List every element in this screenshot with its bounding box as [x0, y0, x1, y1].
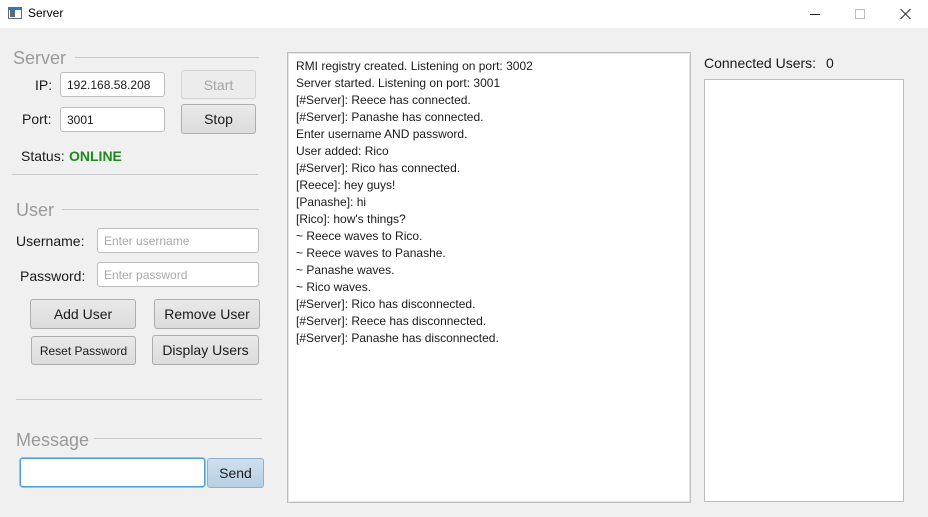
- log-line: Enter username AND password.: [296, 127, 468, 141]
- server-log-textarea[interactable]: RMI registry created. Listening on port:…: [287, 52, 691, 503]
- connected-users-header: Connected Users: 0: [704, 55, 834, 71]
- log-line: [Reece]: hey guys!: [296, 178, 396, 192]
- status-value: ONLINE: [69, 148, 122, 164]
- message-input[interactable]: [20, 458, 205, 487]
- username-label: Username:: [16, 233, 85, 249]
- user-heading-divider: [62, 209, 259, 210]
- ip-label: IP:: [35, 77, 53, 93]
- port-field[interactable]: 3001: [60, 107, 165, 132]
- message-section-heading: Message: [16, 430, 90, 450]
- display-users-button[interactable]: Display Users: [152, 335, 259, 365]
- title-bar: Server: [0, 0, 928, 28]
- minimize-icon: [810, 13, 820, 15]
- log-line: [#Server]: Panashe has disconnected.: [296, 331, 499, 345]
- log-line: [#Server]: Reece has connected.: [296, 93, 471, 107]
- start-button[interactable]: Start: [181, 70, 256, 99]
- log-line: [#Server]: Rico has connected.: [296, 161, 461, 175]
- port-label: Port:: [22, 111, 52, 127]
- server-user-separator: [12, 174, 258, 175]
- ip-field[interactable]: 192.168.58.208: [60, 72, 165, 97]
- close-icon: [900, 8, 912, 20]
- stop-button[interactable]: Stop: [181, 104, 256, 134]
- user-message-separator: [16, 399, 262, 400]
- window-title: Server: [28, 6, 64, 20]
- server-section-heading: Server: [13, 48, 67, 68]
- user-section-heading: User: [16, 200, 55, 220]
- add-user-button[interactable]: Add User: [30, 299, 136, 329]
- log-line: User added: Rico: [296, 144, 389, 158]
- maximize-button[interactable]: [837, 0, 883, 28]
- close-button[interactable]: [883, 0, 928, 28]
- reset-password-button[interactable]: Reset Password: [31, 336, 136, 365]
- log-line: [Panashe]: hi: [296, 195, 367, 209]
- log-line: [Rico]: how's things?: [296, 212, 406, 226]
- minimize-button[interactable]: [792, 0, 838, 28]
- log-line: ~ Reece waves to Rico.: [296, 229, 423, 243]
- connected-users-label: Connected Users:: [704, 55, 817, 71]
- message-heading-divider: [94, 438, 262, 439]
- log-line: [#Server]: Reece has disconnected.: [296, 314, 487, 328]
- password-label: Password:: [20, 268, 86, 284]
- send-button[interactable]: Send: [207, 458, 264, 488]
- log-line: ~ Panashe waves.: [296, 263, 395, 277]
- log-line: [#Server]: Rico has disconnected.: [296, 297, 476, 311]
- server-heading-divider: [75, 57, 259, 58]
- remove-user-button[interactable]: Remove User: [154, 299, 260, 329]
- connected-users-list[interactable]: [704, 79, 904, 502]
- log-line: Server started. Listening on port: 3001: [296, 76, 501, 90]
- log-line: ~ Reece waves to Panashe.: [296, 246, 446, 260]
- app-window-icon: [8, 7, 22, 19]
- connected-users-count: 0: [825, 55, 834, 71]
- log-line: RMI registry created. Listening on port:…: [296, 59, 533, 73]
- password-field[interactable]: Enter password: [97, 262, 259, 287]
- username-field[interactable]: Enter username: [97, 228, 259, 253]
- log-line: ~ Rico waves.: [296, 280, 372, 294]
- status-label: Status:: [21, 148, 65, 164]
- log-line: [#Server]: Panashe has connected.: [296, 110, 484, 124]
- maximize-icon: [855, 9, 865, 19]
